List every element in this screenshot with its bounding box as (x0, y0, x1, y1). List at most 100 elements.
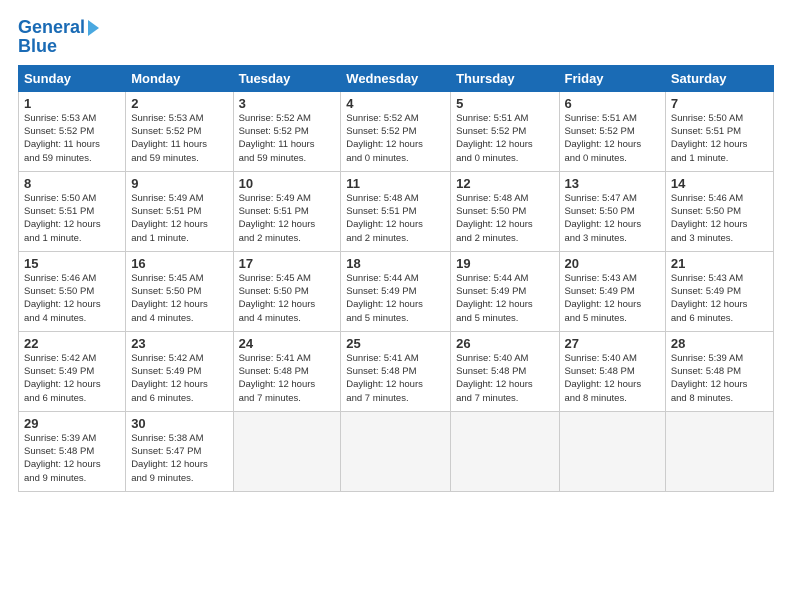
day-number: 25 (346, 336, 445, 351)
table-row: 20Sunrise: 5:43 AMSunset: 5:49 PMDayligh… (559, 251, 665, 331)
day-info: Sunrise: 5:53 AMSunset: 5:52 PMDaylight:… (131, 112, 227, 165)
day-number: 7 (671, 96, 768, 111)
day-info: Sunrise: 5:44 AMSunset: 5:49 PMDaylight:… (346, 272, 445, 325)
table-row: 17Sunrise: 5:45 AMSunset: 5:50 PMDayligh… (233, 251, 341, 331)
day-number: 6 (565, 96, 660, 111)
day-number: 15 (24, 256, 120, 271)
table-row (341, 411, 451, 491)
day-info: Sunrise: 5:46 AMSunset: 5:50 PMDaylight:… (24, 272, 120, 325)
day-info: Sunrise: 5:45 AMSunset: 5:50 PMDaylight:… (239, 272, 336, 325)
table-row: 19Sunrise: 5:44 AMSunset: 5:49 PMDayligh… (451, 251, 559, 331)
day-info: Sunrise: 5:51 AMSunset: 5:52 PMDaylight:… (456, 112, 553, 165)
table-row: 26Sunrise: 5:40 AMSunset: 5:48 PMDayligh… (451, 331, 559, 411)
col-tuesday: Tuesday (233, 65, 341, 91)
day-info: Sunrise: 5:49 AMSunset: 5:51 PMDaylight:… (131, 192, 227, 245)
day-number: 10 (239, 176, 336, 191)
day-number: 3 (239, 96, 336, 111)
table-row: 1Sunrise: 5:53 AMSunset: 5:52 PMDaylight… (19, 91, 126, 171)
col-friday: Friday (559, 65, 665, 91)
logo-text: General Blue (18, 18, 99, 57)
table-row: 22Sunrise: 5:42 AMSunset: 5:49 PMDayligh… (19, 331, 126, 411)
table-row: 4Sunrise: 5:52 AMSunset: 5:52 PMDaylight… (341, 91, 451, 171)
col-saturday: Saturday (665, 65, 773, 91)
table-row: 2Sunrise: 5:53 AMSunset: 5:52 PMDaylight… (126, 91, 233, 171)
table-row: 12Sunrise: 5:48 AMSunset: 5:50 PMDayligh… (451, 171, 559, 251)
logo-general: General (18, 17, 85, 37)
day-info: Sunrise: 5:49 AMSunset: 5:51 PMDaylight:… (239, 192, 336, 245)
table-row: 15Sunrise: 5:46 AMSunset: 5:50 PMDayligh… (19, 251, 126, 331)
day-number: 22 (24, 336, 120, 351)
table-row: 28Sunrise: 5:39 AMSunset: 5:48 PMDayligh… (665, 331, 773, 411)
day-info: Sunrise: 5:43 AMSunset: 5:49 PMDaylight:… (671, 272, 768, 325)
table-row: 27Sunrise: 5:40 AMSunset: 5:48 PMDayligh… (559, 331, 665, 411)
day-number: 21 (671, 256, 768, 271)
day-info: Sunrise: 5:50 AMSunset: 5:51 PMDaylight:… (671, 112, 768, 165)
day-info: Sunrise: 5:47 AMSunset: 5:50 PMDaylight:… (565, 192, 660, 245)
day-info: Sunrise: 5:52 AMSunset: 5:52 PMDaylight:… (346, 112, 445, 165)
table-row: 18Sunrise: 5:44 AMSunset: 5:49 PMDayligh… (341, 251, 451, 331)
table-row: 6Sunrise: 5:51 AMSunset: 5:52 PMDaylight… (559, 91, 665, 171)
table-row: 3Sunrise: 5:52 AMSunset: 5:52 PMDaylight… (233, 91, 341, 171)
day-number: 5 (456, 96, 553, 111)
day-info: Sunrise: 5:41 AMSunset: 5:48 PMDaylight:… (239, 352, 336, 405)
day-number: 28 (671, 336, 768, 351)
col-thursday: Thursday (451, 65, 559, 91)
table-row (665, 411, 773, 491)
day-number: 4 (346, 96, 445, 111)
day-number: 16 (131, 256, 227, 271)
day-info: Sunrise: 5:42 AMSunset: 5:49 PMDaylight:… (131, 352, 227, 405)
day-number: 2 (131, 96, 227, 111)
table-row: 30Sunrise: 5:38 AMSunset: 5:47 PMDayligh… (126, 411, 233, 491)
day-info: Sunrise: 5:48 AMSunset: 5:50 PMDaylight:… (456, 192, 553, 245)
day-info: Sunrise: 5:46 AMSunset: 5:50 PMDaylight:… (671, 192, 768, 245)
header: General Blue (18, 18, 774, 57)
day-number: 24 (239, 336, 336, 351)
day-info: Sunrise: 5:40 AMSunset: 5:48 PMDaylight:… (565, 352, 660, 405)
day-info: Sunrise: 5:42 AMSunset: 5:49 PMDaylight:… (24, 352, 120, 405)
day-number: 11 (346, 176, 445, 191)
table-row: 21Sunrise: 5:43 AMSunset: 5:49 PMDayligh… (665, 251, 773, 331)
day-number: 8 (24, 176, 120, 191)
logo: General Blue (18, 18, 99, 57)
day-number: 14 (671, 176, 768, 191)
table-row: 10Sunrise: 5:49 AMSunset: 5:51 PMDayligh… (233, 171, 341, 251)
table-row: 24Sunrise: 5:41 AMSunset: 5:48 PMDayligh… (233, 331, 341, 411)
day-info: Sunrise: 5:44 AMSunset: 5:49 PMDaylight:… (456, 272, 553, 325)
table-row: 23Sunrise: 5:42 AMSunset: 5:49 PMDayligh… (126, 331, 233, 411)
table-row: 13Sunrise: 5:47 AMSunset: 5:50 PMDayligh… (559, 171, 665, 251)
day-number: 27 (565, 336, 660, 351)
day-number: 29 (24, 416, 120, 431)
table-row: 8Sunrise: 5:50 AMSunset: 5:51 PMDaylight… (19, 171, 126, 251)
day-info: Sunrise: 5:53 AMSunset: 5:52 PMDaylight:… (24, 112, 120, 165)
table-row (233, 411, 341, 491)
calendar-header-row: Sunday Monday Tuesday Wednesday Thursday… (19, 65, 774, 91)
page: General Blue Sunday Monday Tuesday Wedne… (0, 0, 792, 612)
day-info: Sunrise: 5:45 AMSunset: 5:50 PMDaylight:… (131, 272, 227, 325)
day-number: 12 (456, 176, 553, 191)
table-row (559, 411, 665, 491)
day-number: 17 (239, 256, 336, 271)
day-info: Sunrise: 5:50 AMSunset: 5:51 PMDaylight:… (24, 192, 120, 245)
col-wednesday: Wednesday (341, 65, 451, 91)
day-info: Sunrise: 5:48 AMSunset: 5:51 PMDaylight:… (346, 192, 445, 245)
day-number: 23 (131, 336, 227, 351)
day-info: Sunrise: 5:39 AMSunset: 5:48 PMDaylight:… (24, 432, 120, 485)
day-info: Sunrise: 5:40 AMSunset: 5:48 PMDaylight:… (456, 352, 553, 405)
table-row: 16Sunrise: 5:45 AMSunset: 5:50 PMDayligh… (126, 251, 233, 331)
table-row: 9Sunrise: 5:49 AMSunset: 5:51 PMDaylight… (126, 171, 233, 251)
day-info: Sunrise: 5:39 AMSunset: 5:48 PMDaylight:… (671, 352, 768, 405)
day-number: 30 (131, 416, 227, 431)
day-info: Sunrise: 5:41 AMSunset: 5:48 PMDaylight:… (346, 352, 445, 405)
table-row: 25Sunrise: 5:41 AMSunset: 5:48 PMDayligh… (341, 331, 451, 411)
day-number: 13 (565, 176, 660, 191)
day-info: Sunrise: 5:52 AMSunset: 5:52 PMDaylight:… (239, 112, 336, 165)
table-row: 5Sunrise: 5:51 AMSunset: 5:52 PMDaylight… (451, 91, 559, 171)
day-info: Sunrise: 5:51 AMSunset: 5:52 PMDaylight:… (565, 112, 660, 165)
table-row (451, 411, 559, 491)
day-number: 26 (456, 336, 553, 351)
logo-blue: Blue (18, 36, 99, 57)
day-number: 9 (131, 176, 227, 191)
table-row: 11Sunrise: 5:48 AMSunset: 5:51 PMDayligh… (341, 171, 451, 251)
table-row: 7Sunrise: 5:50 AMSunset: 5:51 PMDaylight… (665, 91, 773, 171)
day-number: 18 (346, 256, 445, 271)
